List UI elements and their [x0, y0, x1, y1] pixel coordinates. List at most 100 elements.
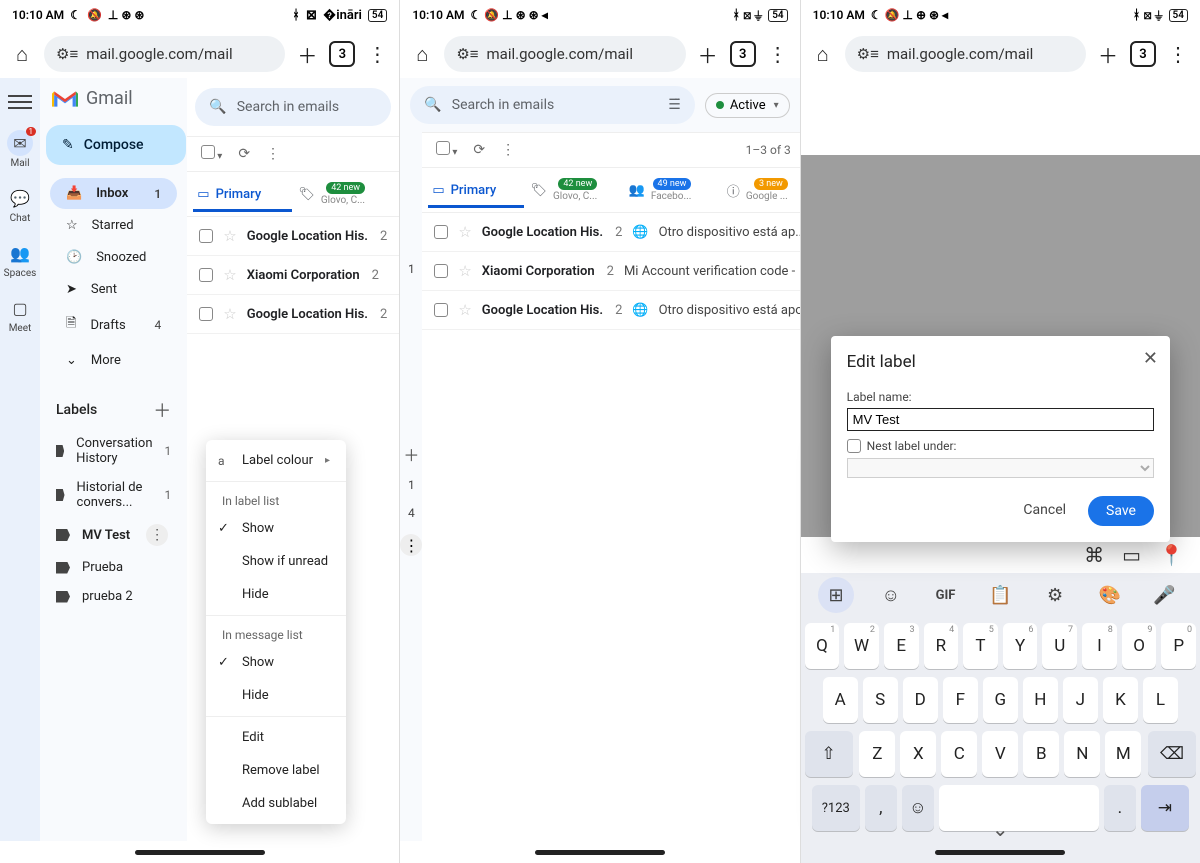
menu-hide[interactable]: Hide: [206, 578, 346, 611]
email-row[interactable]: ☆Google Location His.2🌐Otro dispositivo …: [422, 291, 799, 330]
add-label-icon[interactable]: ＋: [403, 442, 419, 466]
nav-inbox[interactable]: 📥Inbox1: [50, 178, 177, 209]
save-button[interactable]: Save: [1088, 496, 1154, 526]
backspace-key[interactable]: ⌫: [1148, 731, 1196, 777]
label-more-icon[interactable]: ⋮: [400, 534, 422, 556]
menu-hide-msg[interactable]: Hide: [206, 679, 346, 712]
key-m[interactable]: M: [1105, 731, 1141, 777]
search-box[interactable]: 🔍 Search in emails ☰̈: [410, 86, 694, 124]
key-b[interactable]: B: [1023, 731, 1059, 777]
row-checkbox[interactable]: [434, 264, 448, 278]
menu-add-sublabel[interactable]: Add sublabel: [206, 787, 346, 820]
key-o[interactable]: O9: [1122, 623, 1157, 669]
nav-more[interactable]: ⌄More: [50, 345, 177, 376]
enter-key[interactable]: ⇥: [1141, 785, 1189, 831]
key-f[interactable]: F: [943, 677, 978, 723]
key-y[interactable]: Y6: [1003, 623, 1038, 669]
settings-icon[interactable]: ⚙: [1037, 577, 1073, 613]
home-icon[interactable]: ⌂: [408, 40, 436, 68]
star-icon[interactable]: ☆: [223, 305, 236, 323]
star-icon[interactable]: ☆: [458, 262, 471, 280]
nav-starred[interactable]: ☆Starred: [50, 210, 177, 241]
email-row[interactable]: ☆Google Location His.2🌐Otro dispositivo …: [422, 213, 799, 252]
star-icon[interactable]: ☆: [223, 266, 236, 284]
tab-promotions[interactable]: 🏷 42 newGlovo, C...: [294, 172, 393, 216]
key-x[interactable]: X: [900, 731, 936, 777]
email-row[interactable]: ☆Xiaomi Corporation2Mi Account verificat…: [422, 252, 799, 291]
email-row[interactable]: ☆Google Location His.2: [187, 295, 399, 334]
collapse-keyboard-icon[interactable]: ⌄: [992, 817, 1009, 841]
add-label-icon[interactable]: ＋: [153, 397, 171, 423]
url-bar[interactable]: ⚙≡mail.google.com/mail: [845, 36, 1086, 72]
row-checkbox[interactable]: [199, 307, 213, 321]
select-all-checkbox[interactable]: ▾: [436, 141, 457, 159]
menu-show-if-unread[interactable]: Show if unread: [206, 545, 346, 578]
rail-mail[interactable]: ✉ 1 Mail: [0, 130, 40, 169]
key-n[interactable]: N: [1064, 731, 1100, 777]
symbols-key[interactable]: ?123: [812, 785, 860, 831]
email-row[interactable]: ☆Xiaomi Corporation2: [187, 256, 399, 295]
key-w[interactable]: W2: [844, 623, 879, 669]
key-c[interactable]: C: [941, 731, 977, 777]
clipboard-icon[interactable]: 📋: [982, 577, 1018, 613]
tab-primary[interactable]: ▭ Primary: [193, 177, 292, 212]
emoji-key[interactable]: ☺: [902, 785, 934, 831]
label-item[interactable]: MV Test⋮: [40, 517, 187, 553]
key-k[interactable]: K: [1103, 677, 1138, 723]
key-e[interactable]: E3: [884, 623, 919, 669]
key-p[interactable]: P0: [1161, 623, 1196, 669]
rail-chat[interactable]: 💬Chat: [0, 185, 40, 224]
home-icon[interactable]: ⌂: [8, 40, 36, 68]
key-r[interactable]: R4: [924, 623, 959, 669]
key-q[interactable]: Q1: [805, 623, 840, 669]
shift-key[interactable]: ⇧: [805, 731, 853, 777]
more-icon[interactable]: ⋮: [501, 142, 515, 158]
tab-count[interactable]: 3: [329, 41, 355, 67]
theme-icon[interactable]: 🎨: [1092, 577, 1128, 613]
label-item[interactable]: Conversation History1: [40, 429, 187, 473]
label-name-input[interactable]: [847, 408, 1154, 431]
active-chip[interactable]: Active▾: [705, 93, 790, 118]
apps-icon[interactable]: ⊞: [818, 577, 854, 613]
compose-button[interactable]: ✎ Compose: [46, 125, 186, 165]
search-box[interactable]: 🔍 Search in emails: [195, 88, 391, 126]
row-checkbox[interactable]: [199, 268, 213, 282]
star-icon[interactable]: ☆: [458, 223, 471, 241]
nest-checkbox[interactable]: [847, 439, 861, 453]
home-icon[interactable]: ⌂: [809, 40, 837, 68]
sticker-icon[interactable]: ☺: [873, 577, 909, 613]
label-item[interactable]: prueba 2: [40, 582, 187, 611]
refresh-icon[interactable]: ⟳: [238, 146, 250, 162]
label-item[interactable]: Prueba: [40, 553, 187, 582]
filter-icon[interactable]: ☰̈: [668, 97, 681, 113]
browser-menu-icon[interactable]: ⋮: [1164, 40, 1192, 68]
key-g[interactable]: G: [983, 677, 1018, 723]
tab-social[interactable]: 👥49 newFacebo...: [625, 168, 721, 212]
key-icon[interactable]: ⌘: [1084, 543, 1104, 567]
url-bar[interactable]: ⚙≡ mail.google.com/mail: [44, 36, 285, 72]
key-t[interactable]: T5: [963, 623, 998, 669]
location-icon[interactable]: 📍: [1159, 543, 1184, 567]
key-l[interactable]: L: [1143, 677, 1178, 723]
new-tab-icon[interactable]: ＋: [293, 40, 321, 68]
tab-count[interactable]: 3: [1130, 41, 1156, 67]
comma-key[interactable]: ,: [865, 785, 897, 831]
row-checkbox[interactable]: [434, 225, 448, 239]
close-icon[interactable]: ✕: [1143, 348, 1158, 369]
key-u[interactable]: U7: [1042, 623, 1077, 669]
menu-label-colour[interactable]: a Label colour ▸: [206, 444, 346, 477]
rail-spaces[interactable]: 👥Spaces: [0, 240, 40, 279]
period-key[interactable]: .: [1104, 785, 1136, 831]
cancel-button[interactable]: Cancel: [1015, 496, 1074, 526]
key-h[interactable]: H: [1023, 677, 1058, 723]
row-checkbox[interactable]: [199, 229, 213, 243]
mic-icon[interactable]: 🎤: [1147, 577, 1183, 613]
browser-menu-icon[interactable]: ⋮: [764, 40, 792, 68]
nest-select[interactable]: [847, 458, 1154, 478]
key-z[interactable]: Z: [859, 731, 895, 777]
label-item[interactable]: Historial de convers...1: [40, 473, 187, 517]
label-more-icon[interactable]: ⋮: [146, 524, 168, 546]
new-tab-icon[interactable]: ＋: [1094, 40, 1122, 68]
key-d[interactable]: D: [903, 677, 938, 723]
gif-icon[interactable]: GIF: [928, 577, 964, 613]
